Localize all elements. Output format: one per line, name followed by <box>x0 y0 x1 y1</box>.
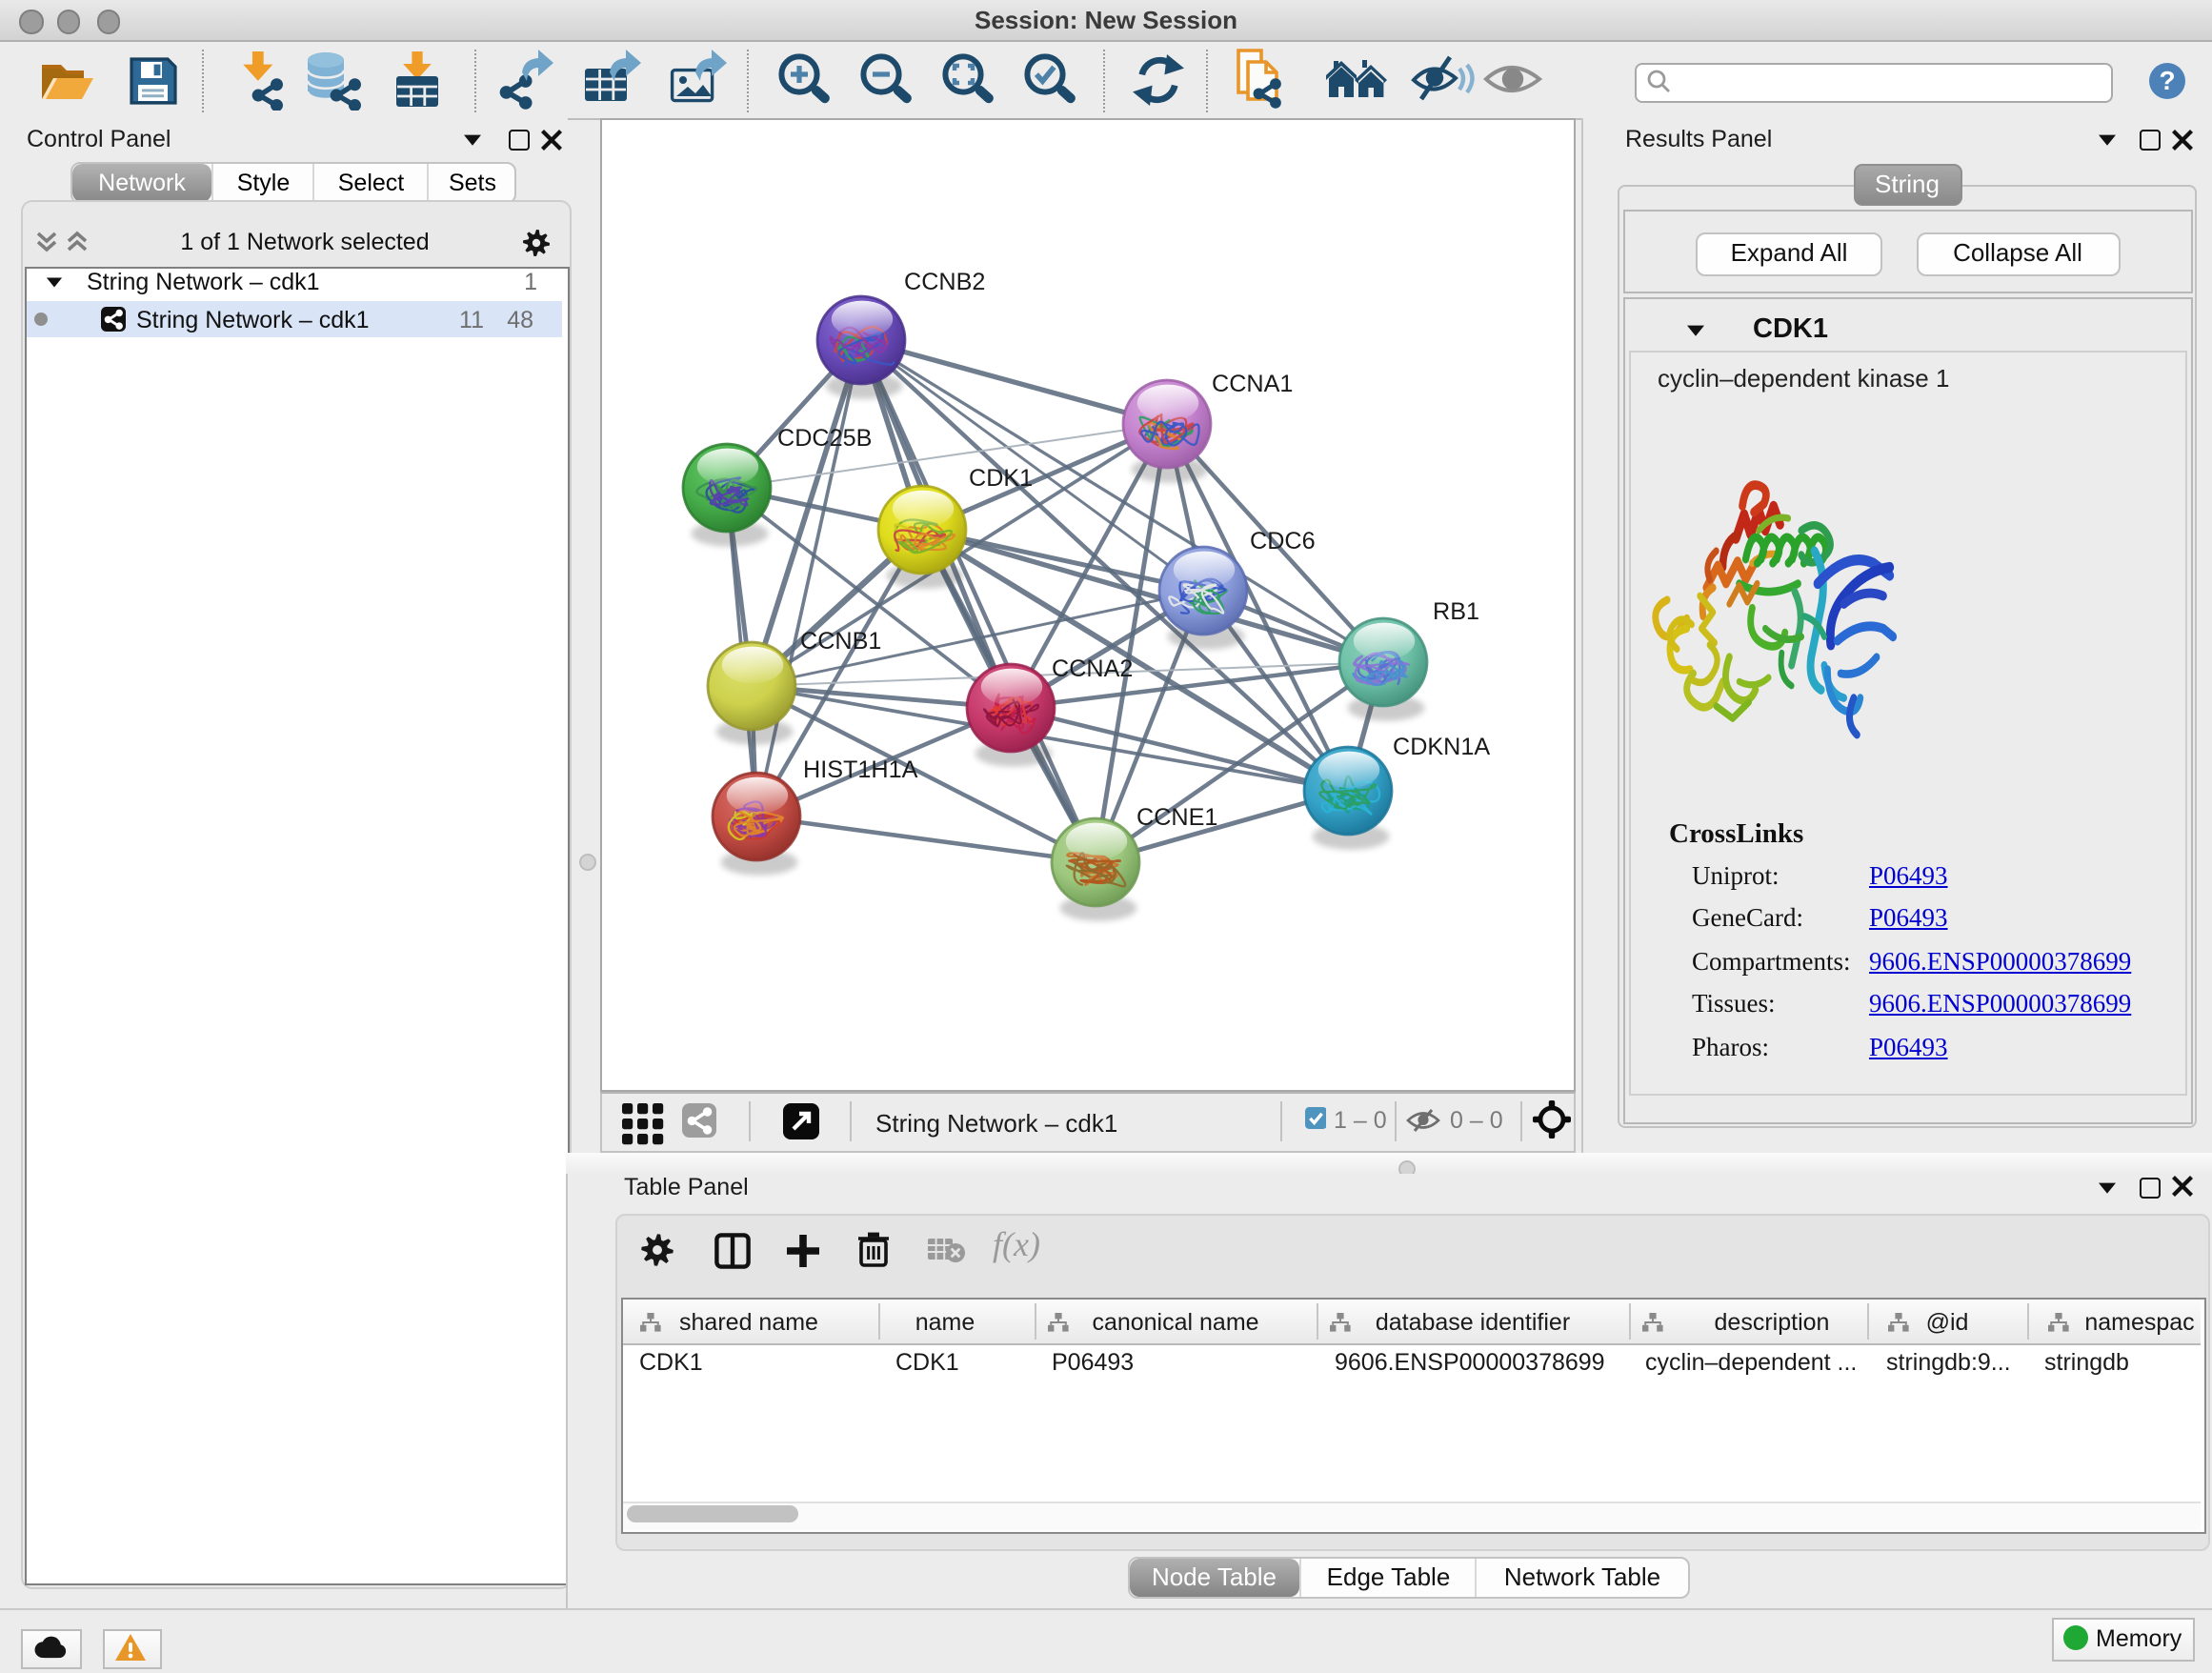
svg-text:CDC25B: CDC25B <box>776 425 871 452</box>
svg-text:CCNB1: CCNB1 <box>799 628 880 655</box>
svg-text:CCNB2: CCNB2 <box>903 269 984 295</box>
svg-text:CCNA2: CCNA2 <box>1051 655 1132 682</box>
svg-text:CDC6: CDC6 <box>1249 528 1315 554</box>
svg-text:CDKN1A: CDKN1A <box>1392 734 1489 760</box>
svg-text:RB1: RB1 <box>1432 598 1478 625</box>
svg-text:CDK1: CDK1 <box>968 465 1032 492</box>
svg-text:CCNE1: CCNE1 <box>1136 804 1217 831</box>
svg-text:CCNA1: CCNA1 <box>1211 371 1292 397</box>
svg-text:HIST1H1A: HIST1H1A <box>802 756 917 783</box>
